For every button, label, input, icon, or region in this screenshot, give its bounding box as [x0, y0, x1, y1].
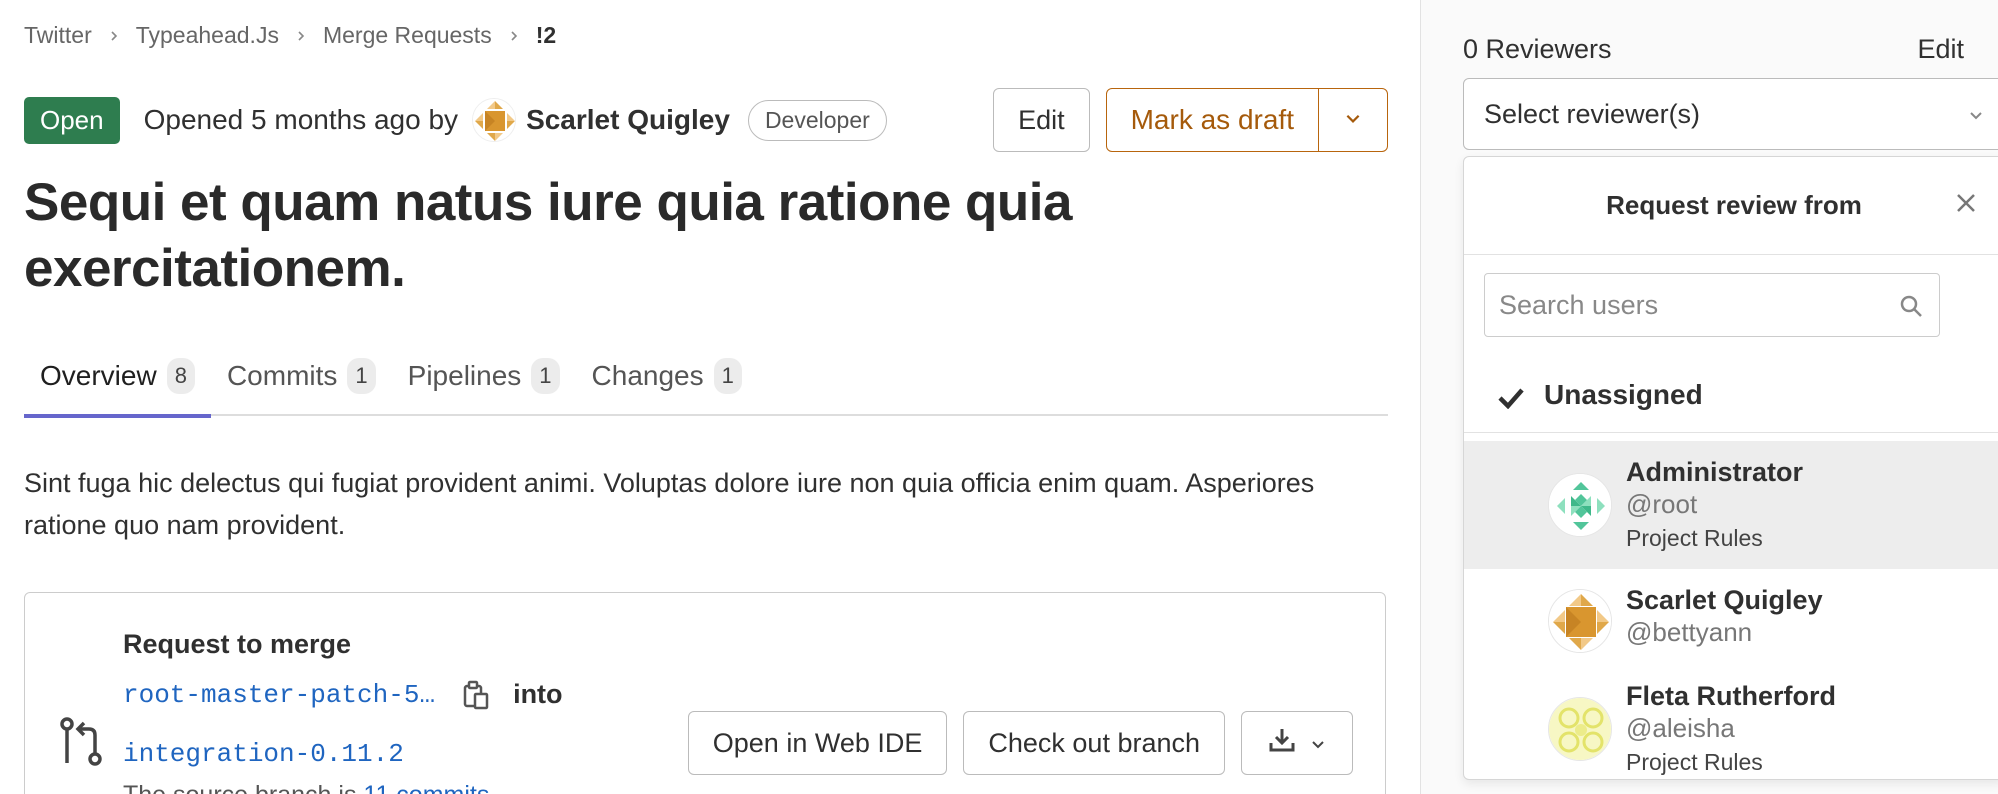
- breadcrumb-item-group[interactable]: Twitter: [24, 22, 92, 49]
- draft-options-toggle[interactable]: [1319, 89, 1387, 151]
- reviewer-dropdown: Request review from Unassigned: [1463, 156, 1998, 780]
- chevron-down-icon: [1344, 109, 1362, 132]
- opened-text: Opened 5 months ago by: [143, 104, 459, 135]
- tab-label: Changes: [591, 360, 704, 391]
- user-name: Scarlet Quigley: [1626, 585, 1823, 615]
- chevron-down-icon: [1310, 728, 1326, 759]
- target-branch-link[interactable]: integration-0.11.2: [123, 739, 404, 769]
- mr-header: Open Opened 5 months ago by Scarlet Quig…: [24, 88, 1388, 152]
- reviewer-select-value: Select reviewer(s): [1484, 98, 1701, 129]
- status-badge: Open: [24, 96, 120, 144]
- download-dropdown-button[interactable]: [1241, 711, 1353, 775]
- merge-request-widget: Request to merge root-master-patch-5… in…: [24, 592, 1386, 794]
- tab-label: Pipelines: [407, 360, 522, 391]
- breadcrumb-item-merge-requests[interactable]: Merge Requests: [323, 22, 492, 49]
- page-title: Sequi et quam natus iure quia ratione qu…: [24, 173, 1073, 298]
- tab-count-badge: 1: [531, 358, 560, 394]
- merge-actions: Open in Web IDE Check out branch: [672, 711, 1353, 775]
- breadcrumb-item-current[interactable]: !2: [536, 22, 556, 49]
- reviewers-header: 0 Reviewers Edit: [1463, 34, 1964, 65]
- tab-label: Commits: [226, 360, 338, 391]
- tab-count-badge: 8: [166, 358, 195, 394]
- user-avatar: [1548, 589, 1612, 653]
- check-out-branch-button[interactable]: Check out branch: [963, 711, 1225, 775]
- user-option-fleta-rutherford[interactable]: Fleta Rutherford @aleisha Project Rules: [1464, 667, 1998, 779]
- user-avatar: [1548, 697, 1612, 761]
- draft-button-group: Mark as draft: [1105, 88, 1388, 152]
- tab-overview[interactable]: Overview 8: [24, 336, 211, 418]
- tab-count-badge: 1: [347, 358, 376, 394]
- author-name[interactable]: Scarlet Quigley: [526, 104, 730, 136]
- checkmark-icon: [1498, 384, 1524, 409]
- header-actions: Edit Mark as draft: [993, 88, 1388, 152]
- merge-heading: Request to merge: [123, 629, 352, 659]
- tab-changes[interactable]: Changes 1: [576, 336, 758, 416]
- user-handle: @aleisha: [1626, 713, 1735, 743]
- edit-button[interactable]: Edit: [993, 88, 1090, 152]
- tab-count-badge: 1: [713, 358, 742, 394]
- close-icon[interactable]: [1954, 191, 1978, 215]
- chevron-right-icon: [108, 30, 120, 42]
- source-note-text: The source branch is: [123, 781, 356, 794]
- unassigned-label: Unassigned: [1544, 378, 1703, 410]
- search-box: [1484, 273, 1940, 337]
- user-approval-rule: Project Rules: [1626, 749, 1763, 775]
- mr-tabs: Overview 8 Commits 1 Pipelines 1 Changes…: [24, 336, 1388, 418]
- user-name: Fleta Rutherford: [1626, 681, 1837, 711]
- open-in-web-ide-button[interactable]: Open in Web IDE: [687, 711, 948, 775]
- search-users-input[interactable]: [1499, 289, 1879, 321]
- reviewer-select[interactable]: Select reviewer(s): [1463, 78, 1998, 150]
- breadcrumb-item-project[interactable]: Typeahead.Js: [136, 22, 279, 49]
- mark-as-draft-button[interactable]: Mark as draft: [1107, 89, 1319, 151]
- source-branch-link[interactable]: root-master-patch-5…: [123, 680, 435, 710]
- main-content: Twitter Typeahead.Js Merge Requests !2 O…: [24, 0, 1388, 794]
- dropdown-header: Request review from: [1464, 157, 1998, 255]
- user-approval-rule: Project Rules: [1626, 525, 1763, 551]
- breadcrumb: Twitter Typeahead.Js Merge Requests !2: [24, 22, 556, 49]
- author-avatar[interactable]: [472, 98, 517, 142]
- source-branch-line: root-master-patch-5… into: [123, 679, 563, 710]
- chevron-down-icon: [1968, 99, 1984, 130]
- user-avatar: [1548, 473, 1612, 537]
- user-option-scarlet-quigley[interactable]: Scarlet Quigley @bettyann: [1464, 569, 1998, 673]
- copy-icon[interactable]: [463, 680, 489, 710]
- tab-pipelines[interactable]: Pipelines 1: [392, 336, 576, 416]
- right-sidebar: 0 Reviewers Edit Select reviewer(s) Requ…: [1420, 0, 1998, 794]
- unassigned-option[interactable]: Unassigned: [1464, 357, 1998, 433]
- user-handle: @bettyann: [1626, 617, 1753, 647]
- reviewers-count-label: 0 Reviewers: [1463, 34, 1612, 64]
- into-label: into: [513, 679, 563, 709]
- chevron-right-icon: [508, 30, 520, 42]
- commits-behind-link[interactable]: 11 commits: [363, 781, 489, 794]
- user-name: Administrator: [1626, 457, 1804, 487]
- user-handle: @root: [1626, 489, 1698, 519]
- mr-description: Sint fuga hic delectus qui fugiat provid…: [24, 468, 1315, 540]
- dropdown-title: Request review from: [1606, 190, 1862, 220]
- source-branch-note: The source branch is 11 commits: [123, 781, 489, 794]
- merge-request-icon: [59, 717, 103, 767]
- chevron-right-icon: [295, 30, 307, 42]
- tab-commits[interactable]: Commits 1: [211, 336, 392, 416]
- reviewers-edit-link[interactable]: Edit: [1917, 34, 1964, 65]
- search-icon: [1899, 294, 1923, 318]
- tab-label: Overview: [40, 360, 157, 391]
- role-badge: Developer: [747, 99, 887, 141]
- user-option-administrator[interactable]: Administrator @root Project Rules: [1464, 441, 1998, 569]
- download-icon: [1268, 726, 1296, 761]
